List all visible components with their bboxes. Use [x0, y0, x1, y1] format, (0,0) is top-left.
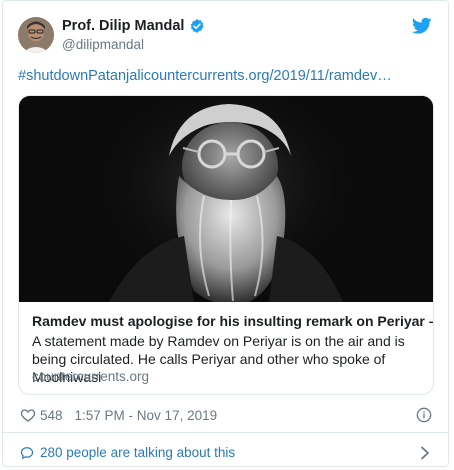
chevron-right-icon[interactable]	[420, 446, 430, 460]
avatar-image	[18, 17, 54, 53]
link-card[interactable]: Ramdev must apologise for his insulting …	[18, 95, 434, 395]
tweet-meta: 548 1:57 PM - Nov 17, 2019	[20, 407, 217, 423]
verified-badge-icon	[191, 19, 205, 33]
author-info: Prof. Dilip Mandal @dilipmandal	[62, 16, 205, 52]
author-name-row: Prof. Dilip Mandal	[62, 16, 205, 36]
tweet-timestamp[interactable]: 1:57 PM - Nov 17, 2019	[75, 408, 218, 423]
tweet-text-link[interactable]: #shutdownPatanjalicountercurrents.org/20…	[18, 68, 392, 84]
author-name[interactable]: Prof. Dilip Mandal	[62, 18, 184, 34]
conversation-link[interactable]: 280 people are talking about this	[20, 445, 235, 460]
tweet-header: Prof. Dilip Mandal @dilipmandal	[18, 15, 434, 55]
twitter-bird-icon[interactable]	[412, 17, 432, 35]
conversation-label[interactable]: 280 people are talking about this	[40, 445, 235, 460]
card-image	[19, 96, 433, 316]
card-domain: countercurrents.org	[32, 369, 150, 384]
heart-icon[interactable]	[20, 407, 36, 423]
like-count[interactable]: 548	[40, 408, 63, 423]
info-icon[interactable]	[416, 407, 432, 423]
card-body: Ramdev must apologise for his insulting …	[19, 302, 433, 394]
avatar[interactable]	[18, 17, 54, 53]
divider	[3, 432, 448, 433]
portrait-photo	[19, 96, 433, 316]
card-title[interactable]: Ramdev must apologise for his insulting …	[32, 313, 433, 329]
embedded-tweet: Prof. Dilip Mandal @dilipmandal #shutdow…	[2, 0, 449, 467]
speech-bubble-icon	[20, 446, 34, 459]
author-handle[interactable]: @dilipmandal	[62, 37, 205, 52]
